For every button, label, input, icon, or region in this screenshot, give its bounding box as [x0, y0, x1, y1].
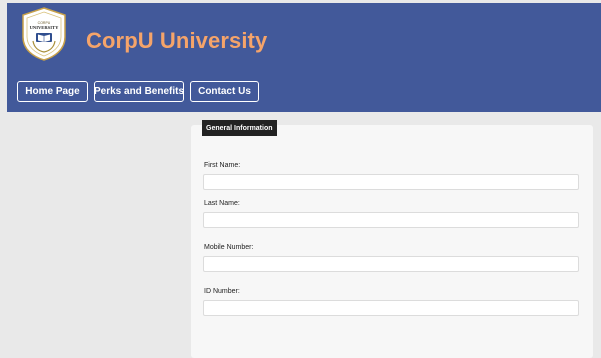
svg-text:UNIVERSITY: UNIVERSITY: [30, 25, 60, 30]
first-name-input[interactable]: [203, 174, 579, 190]
nav-home-page[interactable]: Home Page: [17, 81, 88, 102]
nav-perks-and-benefits[interactable]: Perks and Benefits: [94, 81, 184, 102]
general-information-panel: [191, 125, 593, 358]
section-legend: General Information: [202, 120, 277, 136]
id-number-label: ID Number:: [204, 288, 240, 295]
site-header: CORPU UNIVERSITY CorpU University Home P…: [7, 3, 601, 112]
first-name-label: First Name:: [204, 162, 241, 169]
nav-contact-us[interactable]: Contact Us: [190, 81, 259, 102]
mobile-number-label: Mobile Number:: [204, 244, 254, 251]
last-name-label: Last Name:: [204, 200, 240, 207]
mobile-number-input[interactable]: [203, 256, 579, 272]
last-name-input[interactable]: [203, 212, 579, 228]
university-crest-logo: CORPU UNIVERSITY: [22, 7, 66, 61]
id-number-input[interactable]: [203, 300, 579, 316]
site-title: CorpU University: [86, 28, 268, 53]
